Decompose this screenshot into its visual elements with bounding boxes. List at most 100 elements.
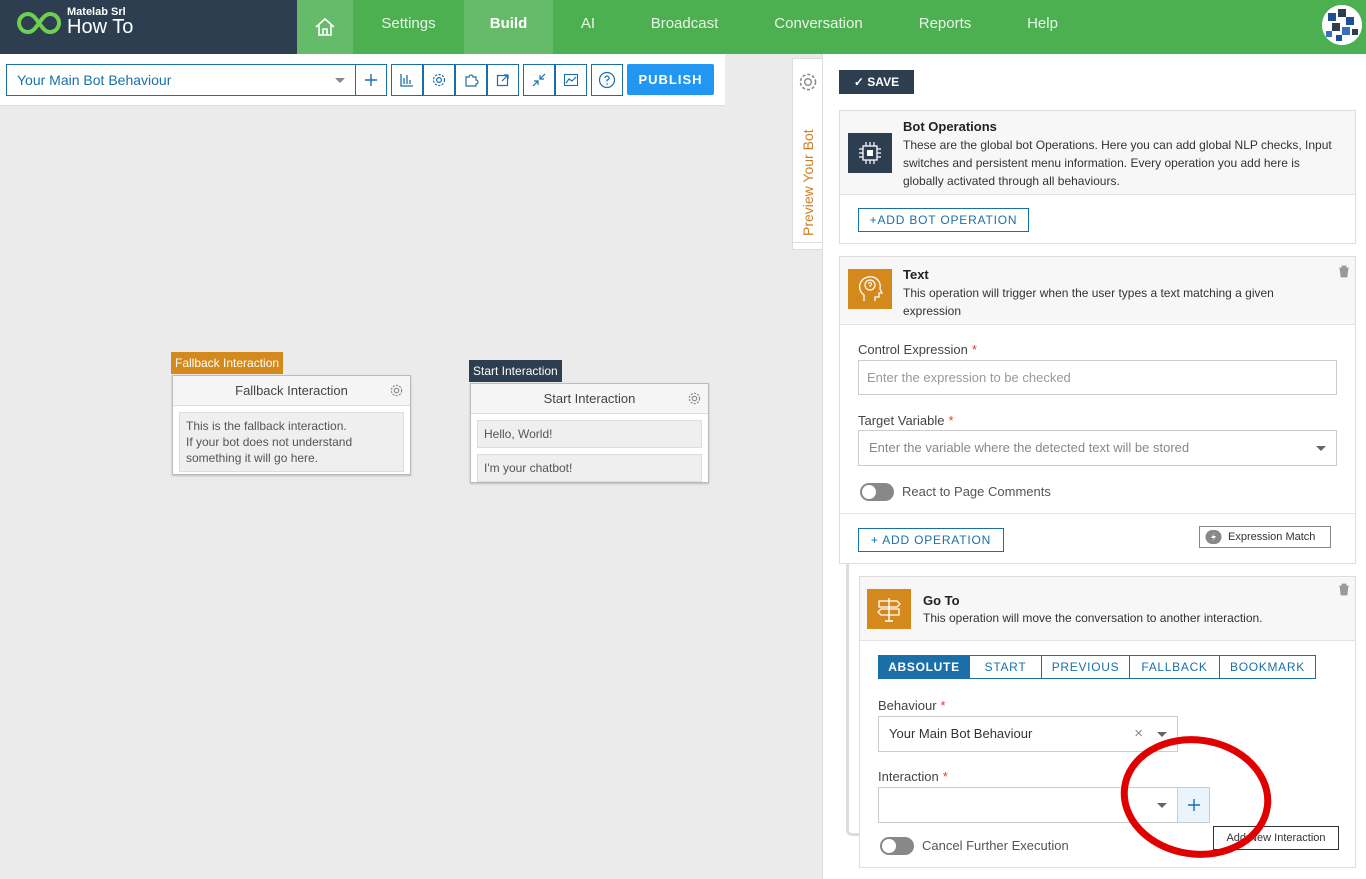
- operations-panel: ✓ SAVE Bot Operations These are the glob…: [822, 54, 1366, 879]
- card-description: This operation will move the conversatio…: [923, 611, 1263, 625]
- node-title: Fallback Interaction: [235, 383, 348, 398]
- analytics-icon: [563, 73, 579, 87]
- annotation-circle-icon: [1120, 736, 1272, 858]
- save-button[interactable]: ✓ SAVE: [839, 70, 914, 94]
- target-variable-select[interactable]: Enter the variable where the detected te…: [858, 430, 1337, 466]
- label-text: Control Expression: [858, 342, 968, 357]
- node-header: Start Interaction: [471, 384, 708, 414]
- fallback-interaction-node[interactable]: Fallback Interaction This is the fallbac…: [172, 375, 411, 475]
- target-variable-placeholder: Enter the variable where the detected te…: [869, 440, 1190, 455]
- lightning-icon: [1205, 530, 1222, 544]
- trash-icon[interactable]: [1338, 583, 1350, 596]
- puzzle-icon: [465, 74, 479, 87]
- nav-help[interactable]: Help: [999, 0, 1086, 54]
- start-interaction-node[interactable]: Start Interaction Hello, World! I'm your…: [470, 383, 709, 483]
- card-description: This operation will trigger when the use…: [903, 286, 1274, 318]
- plugins-button[interactable]: [455, 64, 487, 96]
- nav-settings[interactable]: Settings: [353, 0, 464, 54]
- home-icon: [315, 17, 335, 36]
- card-description: These are the global bot Operations. Her…: [903, 138, 1332, 188]
- add-operation-button[interactable]: + ADD OPERATION: [858, 528, 1004, 552]
- react-comments-toggle[interactable]: [860, 483, 894, 501]
- required-marker: *: [942, 769, 948, 784]
- react-comments-label: React to Page Comments: [902, 484, 1051, 499]
- compress-icon: [532, 73, 546, 87]
- required-marker: *: [971, 342, 977, 357]
- label-text: Interaction: [878, 769, 939, 784]
- brand-area[interactable]: Matelab Srl How To: [0, 0, 297, 54]
- trash-icon[interactable]: [1338, 265, 1350, 278]
- nav-build[interactable]: Build: [464, 0, 553, 54]
- behaviour-field-value: Your Main Bot Behaviour: [889, 726, 1033, 741]
- add-bot-operation-button[interactable]: +ADD BOT OPERATION: [858, 208, 1029, 232]
- chevron-down-icon: [1316, 446, 1326, 451]
- tab-bookmark[interactable]: BOOKMARK: [1220, 656, 1315, 678]
- chart-icon: [400, 74, 413, 87]
- goto-mode-tabs: ABSOLUTE START PREVIOUS FALLBACK BOOKMAR…: [878, 655, 1316, 679]
- card-title: Go To: [923, 593, 960, 608]
- behaviour-select[interactable]: Your Main Bot Behaviour: [6, 64, 355, 96]
- card-header: Bot Operations These are the global bot …: [840, 111, 1355, 195]
- control-expression-label: Control Expression *: [858, 342, 977, 357]
- save-label: SAVE: [867, 75, 900, 89]
- behaviour-label: Behaviour *: [878, 698, 946, 713]
- compress-button[interactable]: [523, 64, 555, 96]
- circuit-board-icon: [859, 142, 881, 164]
- cancel-execution-toggle[interactable]: [880, 837, 914, 855]
- nav-conversation[interactable]: Conversation: [746, 0, 891, 54]
- tab-start[interactable]: START: [970, 656, 1042, 678]
- side-tab: Preview Your Bot: [792, 58, 823, 250]
- check-icon: ✓: [853, 75, 868, 89]
- behaviour-settings-button[interactable]: [423, 64, 455, 96]
- goto-operation-icon-box: [867, 589, 911, 629]
- add-behaviour-button[interactable]: [355, 64, 387, 96]
- publish-button[interactable]: PUBLISH: [627, 64, 714, 95]
- text-operation-card: Text This operation will trigger when th…: [839, 256, 1356, 564]
- bot-operations-card: Bot Operations These are the global bot …: [839, 110, 1356, 244]
- tab-fallback[interactable]: FALLBACK: [1130, 656, 1220, 678]
- text-operation-icon-box: [848, 269, 892, 309]
- node-header: Fallback Interaction: [173, 376, 410, 406]
- start-interaction-tag: Start Interaction: [469, 360, 562, 382]
- nav-ai[interactable]: AI: [553, 0, 623, 54]
- control-expression-input[interactable]: Enter the expression to be checked: [858, 360, 1337, 395]
- export-icon: [496, 74, 509, 87]
- expression-match-badge[interactable]: Expression Match: [1199, 526, 1331, 548]
- signpost-icon: [877, 598, 901, 622]
- user-avatar[interactable]: [1322, 5, 1362, 45]
- interaction-label: Interaction *: [878, 769, 948, 784]
- chevron-down-icon: [335, 78, 345, 83]
- analytics-button[interactable]: [555, 64, 587, 96]
- card-header: Go To This operation will move the conve…: [860, 577, 1355, 641]
- preview-bot-tab[interactable]: Preview Your Bot: [793, 123, 823, 243]
- export-button[interactable]: [487, 64, 519, 96]
- tab-absolute[interactable]: ABSOLUTE: [879, 656, 970, 678]
- gear-icon: [432, 73, 446, 87]
- message-bubble[interactable]: I'm your chatbot!: [477, 454, 702, 482]
- avatar-pattern-icon: [1322, 5, 1362, 45]
- top-navigation-bar: Matelab Srl How To Settings Build AI Bro…: [0, 0, 1366, 54]
- goto-operation-card: Go To This operation will move the conve…: [859, 576, 1356, 868]
- tab-previous[interactable]: PREVIOUS: [1042, 656, 1130, 678]
- message-bubble[interactable]: Hello, World!: [477, 420, 702, 448]
- behaviour-select-value: Your Main Bot Behaviour: [17, 72, 172, 88]
- gear-icon[interactable]: [797, 71, 819, 93]
- divider: [840, 513, 1355, 514]
- nav-broadcast[interactable]: Broadcast: [623, 0, 746, 54]
- head-question-icon: [858, 276, 884, 301]
- chart-button[interactable]: [391, 64, 423, 96]
- node-title: Start Interaction: [543, 391, 636, 406]
- nav-reports[interactable]: Reports: [891, 0, 999, 54]
- expression-match-label: Expression Match: [1228, 531, 1316, 543]
- fallback-interaction-tag: Fallback Interaction: [171, 352, 284, 374]
- message-bubble[interactable]: This is the fallback interaction. If you…: [179, 412, 404, 472]
- required-marker: *: [940, 698, 946, 713]
- home-button[interactable]: [297, 0, 353, 54]
- help-button[interactable]: [591, 64, 623, 96]
- gear-icon[interactable]: [389, 383, 404, 398]
- card-title: Text: [903, 267, 929, 282]
- card-title: Bot Operations: [903, 119, 997, 134]
- gear-icon[interactable]: [687, 391, 702, 406]
- editor-toolbar: Your Main Bot Behaviour PUBLISH: [0, 54, 725, 106]
- bot-operations-icon-box: [848, 133, 892, 173]
